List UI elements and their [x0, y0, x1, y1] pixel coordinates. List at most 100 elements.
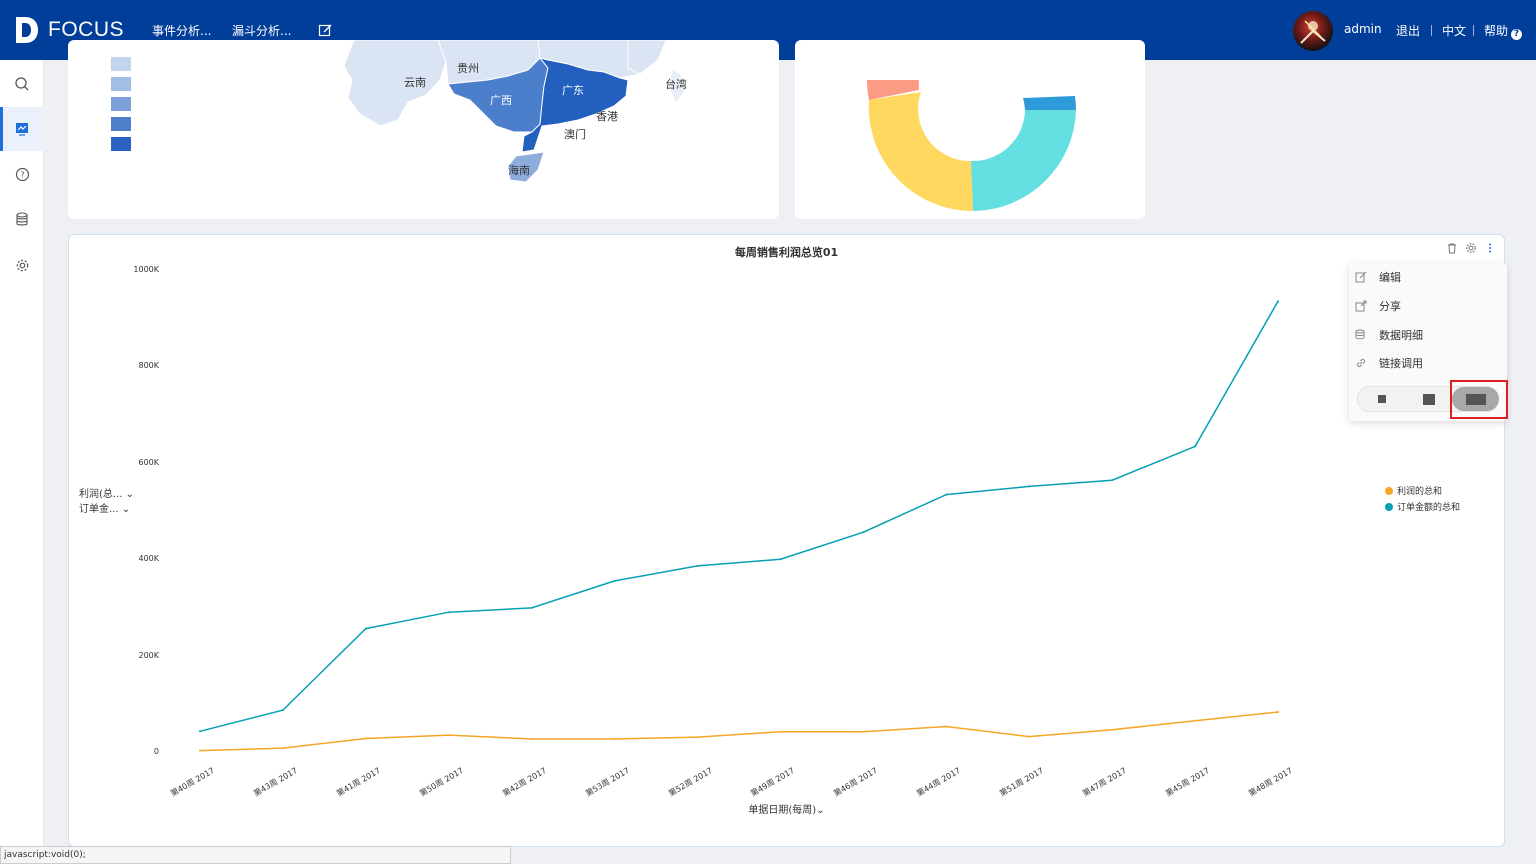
chevron-down-icon: ⌄	[816, 805, 825, 816]
legend-label: 利润的总和	[1397, 487, 1443, 497]
data-point[interactable]	[696, 564, 699, 567]
data-point[interactable]	[862, 531, 865, 534]
data-point[interactable]	[530, 606, 533, 609]
data-point[interactable]	[1194, 445, 1197, 448]
data-point[interactable]	[530, 737, 533, 740]
search-icon	[15, 77, 29, 91]
fujian-region	[627, 40, 667, 75]
series-line-1	[199, 300, 1279, 733]
data-point[interactable]	[199, 749, 201, 752]
data-point[interactable]	[1111, 479, 1114, 482]
browser-status-bar: javascript:void(0);	[0, 846, 511, 864]
sidebar-item-settings[interactable]	[0, 243, 44, 287]
label-yunnan: 云南	[404, 76, 426, 89]
legend-item-order-amount[interactable]: 订单金额的总和	[1385, 500, 1460, 513]
sidebar-item-dashboard[interactable]	[0, 107, 44, 151]
label-guizhou: 贵州	[457, 62, 479, 75]
sidebar-item-search[interactable]	[0, 62, 44, 106]
label-hainan: 海南	[508, 163, 530, 177]
nav-funnel-analysis[interactable]: 漏斗分析...	[232, 22, 291, 39]
data-point[interactable]	[613, 579, 616, 582]
dashboard-icon	[16, 123, 28, 136]
database-icon	[16, 211, 28, 225]
data-point[interactable]	[1277, 300, 1279, 303]
data-point[interactable]	[364, 737, 367, 740]
menu-item-label: 编辑	[1379, 271, 1401, 284]
data-point[interactable]	[447, 611, 450, 614]
highlight-box	[1450, 380, 1508, 419]
settings-icon	[16, 259, 28, 271]
menu-item-label: 数据明细	[1379, 329, 1423, 342]
menu-item-label: 分享	[1379, 300, 1401, 313]
help-label: 帮助	[1484, 24, 1509, 38]
sidebar-item-help[interactable]: ?	[0, 152, 44, 196]
edit-icon	[1355, 271, 1367, 283]
logout-link[interactable]: 退出	[1396, 22, 1420, 39]
legend-dot	[1385, 502, 1393, 511]
sidebar-item-database[interactable]	[0, 197, 44, 241]
data-detail-icon	[1355, 329, 1365, 340]
legend-label: 订单金额的总和	[1397, 503, 1461, 513]
data-point[interactable]	[945, 493, 948, 496]
size-small-button[interactable]	[1358, 387, 1405, 411]
yunnan-region	[343, 40, 447, 127]
data-point[interactable]	[281, 747, 284, 750]
map-card: 云南 贵州 广西 广东 香港 澳门 海南 台湾	[68, 40, 779, 219]
medium-size-icon	[1422, 393, 1435, 405]
data-point[interactable]	[1277, 710, 1279, 713]
donut-slice-yellow	[868, 92, 973, 212]
menu-item-link[interactable]: 链接调用	[1355, 353, 1423, 373]
label-taiwan: 台湾	[665, 77, 687, 91]
avatar[interactable]	[1293, 11, 1333, 51]
donut-slice-blue	[1023, 96, 1076, 110]
help-circle-icon: ?	[15, 167, 29, 181]
donut-chart-card	[795, 40, 1145, 219]
data-point[interactable]	[696, 736, 699, 739]
data-point[interactable]	[945, 725, 948, 728]
data-point[interactable]	[613, 737, 616, 740]
language-switch[interactable]: 中文	[1442, 22, 1466, 39]
brand-name: FOCUS	[48, 18, 124, 41]
divider	[1431, 25, 1432, 36]
data-point[interactable]	[447, 734, 450, 737]
label-xianggang: 香港	[596, 110, 618, 123]
data-point[interactable]	[1111, 728, 1114, 731]
series-line-0	[199, 711, 1279, 752]
data-point[interactable]	[1028, 485, 1031, 488]
logo-mark-icon	[16, 17, 38, 43]
x-axis-selector[interactable]: 单据日期(每周)⌄	[69, 801, 1504, 816]
data-point[interactable]	[199, 730, 201, 733]
data-point[interactable]	[779, 558, 782, 561]
edit-icon[interactable]	[318, 23, 333, 38]
share-icon	[1355, 300, 1367, 312]
legend-item-profit[interactable]: 利润的总和	[1385, 484, 1442, 497]
donut-slice-cyan	[971, 110, 1076, 211]
username[interactable]: admin	[1344, 22, 1382, 36]
menu-item-share[interactable]: 分享	[1355, 296, 1401, 316]
data-point[interactable]	[364, 627, 367, 630]
label-aomen: 澳门	[564, 127, 586, 141]
help-link[interactable]: 帮助?	[1484, 22, 1523, 40]
nav-event-analysis[interactable]: 事件分析...	[152, 22, 211, 39]
menu-item-edit[interactable]: 编辑	[1355, 267, 1401, 287]
donut-chart	[867, 80, 1076, 212]
left-sidebar: ?	[0, 60, 44, 864]
data-point[interactable]	[1194, 719, 1197, 722]
china-region-map: 云南 贵州 广西 广东 香港 澳门 海南 台湾	[343, 40, 687, 183]
legend-dot	[1385, 486, 1393, 495]
label-guangxi: 广西	[490, 94, 512, 107]
data-point[interactable]	[862, 730, 865, 733]
data-point[interactable]	[1028, 735, 1031, 738]
svg-text:?: ?	[20, 170, 24, 179]
data-point[interactable]	[779, 730, 782, 733]
divider	[1473, 25, 1474, 36]
line-chart-card: 每周销售利润总览01 0 200K 400K 600K 800K 1000K 利…	[68, 234, 1505, 847]
data-point[interactable]	[281, 709, 284, 712]
x-axis-label: 单据日期(每周)	[748, 805, 817, 816]
label-guangdong: 广东	[562, 84, 584, 97]
line-chart-plot	[199, 300, 1279, 752]
link-icon	[1356, 358, 1366, 368]
size-medium-button[interactable]	[1405, 387, 1452, 411]
small-size-icon	[1377, 395, 1386, 403]
menu-item-data-detail[interactable]: 数据明细	[1355, 325, 1423, 345]
